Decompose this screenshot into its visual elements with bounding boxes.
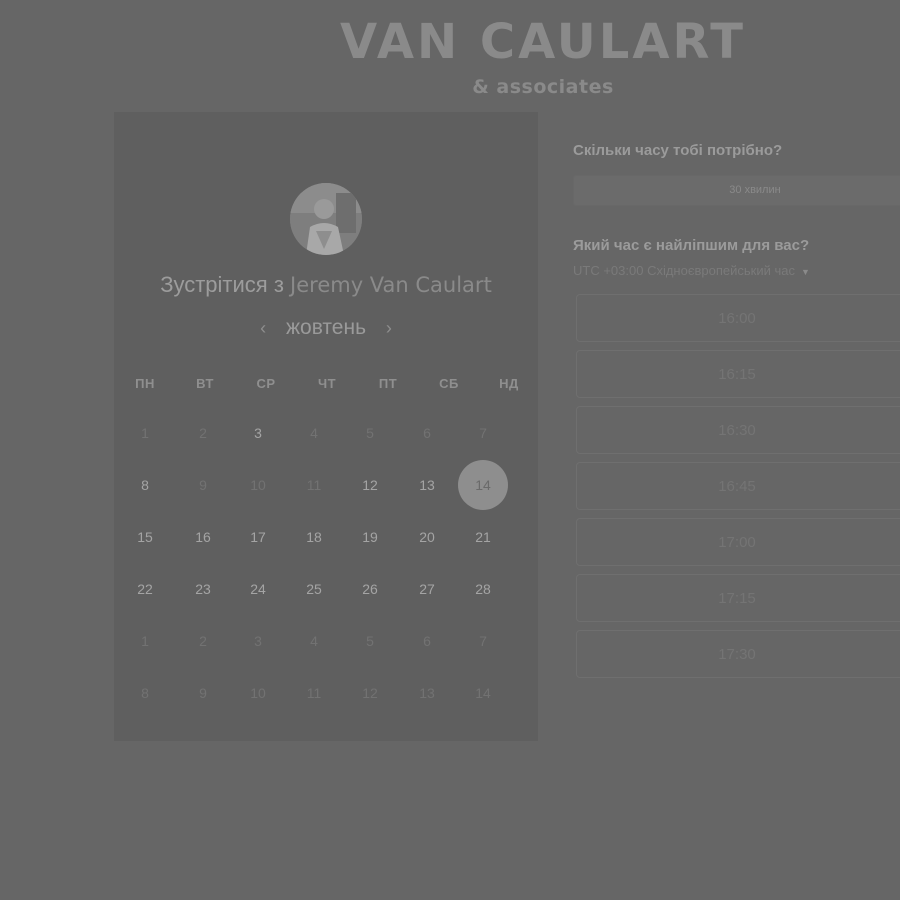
- time-question: Який час є найліпшим для вас?: [573, 237, 810, 254]
- duration-option-button[interactable]: 30 хвилин: [573, 175, 900, 206]
- calendar-day[interactable]: 15: [120, 512, 170, 562]
- calendar-day-selected[interactable]: 14: [458, 460, 508, 510]
- calendar-day: 1: [141, 633, 149, 649]
- calendar-day[interactable]: 3: [233, 408, 283, 458]
- time-slot-button[interactable]: 16:45: [576, 462, 900, 510]
- calendar-day[interactable]: 22: [120, 564, 170, 614]
- calendar-day[interactable]: 26: [345, 564, 395, 614]
- calendar-day: 9: [199, 685, 207, 701]
- calendar-day[interactable]: 13: [402, 460, 452, 510]
- time-slot-label: 17:30: [718, 646, 756, 663]
- weekday-label: ПН: [135, 376, 155, 391]
- calendar-day: 7: [479, 425, 487, 441]
- calendar-day[interactable]: 16: [178, 512, 228, 562]
- calendar-day: 5: [366, 425, 374, 441]
- calendar-day[interactable]: 21: [458, 512, 508, 562]
- calendar-day[interactable]: 28: [458, 564, 508, 614]
- time-slot-button[interactable]: 17:30: [576, 630, 900, 678]
- logo-tagline: & associates: [472, 76, 614, 98]
- calendar-day: 10: [250, 685, 266, 701]
- weekday-label: СБ: [439, 376, 459, 391]
- calendar-day: 6: [423, 633, 431, 649]
- calendar-day: 13: [419, 685, 435, 701]
- calendar-day: 11: [306, 477, 322, 493]
- meeting-title-prefix: Зустрітися з: [160, 272, 284, 297]
- calendar-day: 8: [141, 685, 149, 701]
- calendar-day: 9: [199, 477, 207, 493]
- calendar-day: 4: [310, 425, 318, 441]
- calendar-day[interactable]: 8: [120, 460, 170, 510]
- calendar-day[interactable]: 24: [233, 564, 283, 614]
- time-slot-button[interactable]: 16:00: [576, 294, 900, 342]
- weekday-label: ЧТ: [317, 376, 337, 391]
- time-slot-button[interactable]: 16:30: [576, 406, 900, 454]
- calendar-day: 2: [199, 633, 207, 649]
- calendar-day: 7: [479, 633, 487, 649]
- time-slot-label: 16:30: [718, 422, 756, 439]
- calendar-day: 12: [362, 685, 378, 701]
- calendar-day: 2: [199, 425, 207, 441]
- weekday-label: ВТ: [196, 376, 214, 391]
- calendar-day[interactable]: 25: [289, 564, 339, 614]
- weekday-label: НД: [499, 376, 519, 391]
- calendar-day: 6: [423, 425, 431, 441]
- chevron-right-icon[interactable]: ›: [372, 318, 406, 338]
- calendar-day[interactable]: 19: [345, 512, 395, 562]
- calendar-day[interactable]: 20: [402, 512, 452, 562]
- company-logo: VAN CAULART & associates: [308, 14, 778, 98]
- avatar-photo: [290, 183, 362, 255]
- calendar-day[interactable]: 12: [345, 460, 395, 510]
- meeting-title: Зустрітися з Jeremy Van Caulart: [114, 272, 538, 298]
- calendar-day: 10: [250, 477, 266, 493]
- calendar-day[interactable]: 27: [402, 564, 452, 614]
- logo-wordmark: VAN CAULART: [339, 14, 747, 70]
- calendar-day: 3: [254, 633, 262, 649]
- time-slot-label: 17:00: [718, 534, 756, 551]
- duration-question: Скільки часу тобі потрібно?: [573, 142, 783, 159]
- time-slot-button[interactable]: 16:15: [576, 350, 900, 398]
- current-month: жовтень: [285, 316, 367, 339]
- weekday-label: СР: [256, 376, 276, 391]
- time-slot-button[interactable]: 17:00: [576, 518, 900, 566]
- duration-option-label: 30 хвилин: [729, 184, 781, 196]
- calendar-day[interactable]: 23: [178, 564, 228, 614]
- caret-down-icon: ▼: [800, 267, 810, 277]
- time-slot-list[interactable]: 16:00 16:15 16:30 16:45 17:00 17:15 17:30: [576, 294, 900, 686]
- time-slot-label: 17:15: [718, 590, 756, 607]
- time-slot-label: 16:45: [718, 478, 756, 495]
- timezone-selector[interactable]: UTC +03:00 Східноєвропейський час ▼: [573, 263, 810, 278]
- weekday-label: ПТ: [378, 376, 398, 391]
- calendar-day[interactable]: 18: [289, 512, 339, 562]
- time-slot-button[interactable]: 17:15: [576, 574, 900, 622]
- time-slot-label: 16:00: [718, 310, 756, 327]
- calendar-day: 4: [310, 633, 318, 649]
- timezone-label: UTC +03:00 Східноєвропейський час: [573, 263, 795, 278]
- chevron-left-icon[interactable]: ‹: [246, 318, 280, 338]
- host-avatar: [290, 183, 362, 255]
- month-navigation: ‹ жовтень ›: [114, 316, 538, 340]
- time-slot-label: 16:15: [718, 366, 756, 383]
- calendar-day: 14: [475, 685, 491, 701]
- calendar-day: 1: [141, 425, 149, 441]
- calendar-day: 5: [366, 633, 374, 649]
- host-name: Jeremy Van Caulart: [290, 273, 492, 297]
- calendar-day: 11: [306, 685, 322, 701]
- calendar-day[interactable]: 17: [233, 512, 283, 562]
